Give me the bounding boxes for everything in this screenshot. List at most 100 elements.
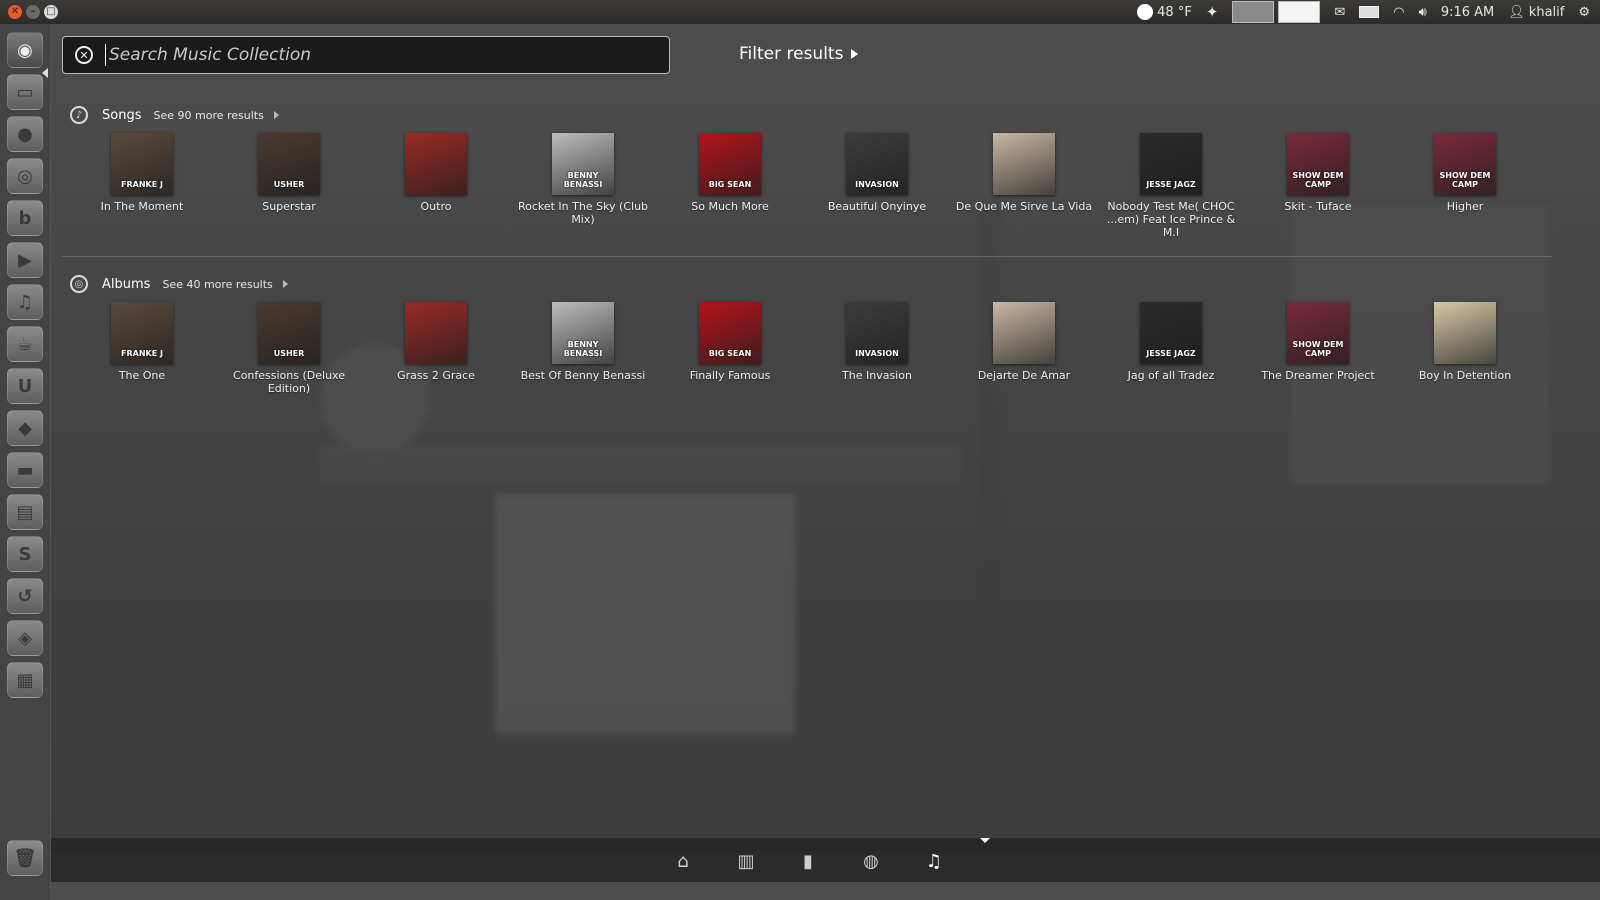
archive-icon[interactable]: ▤ [7,494,43,530]
album-result-tile[interactable]: FRANKE J The One [70,302,214,382]
song-result-tile[interactable]: USHER Superstar [217,133,361,213]
album-cover [405,302,467,364]
album-cover: BENNY BENASSI [552,133,614,195]
mug-icon[interactable]: ☕︎ [7,326,43,362]
user-name: khalif [1528,4,1565,20]
wifi-icon[interactable]: ◠ [1393,5,1404,20]
search-input[interactable] [105,44,669,66]
song-result-tile[interactable]: BENNY BENASSI Rocket In The Sky (Club Mix… [511,133,655,226]
dropbox-icon[interactable]: ✦ [1206,3,1219,21]
cover-art-text: JESSE JAGZ [1146,180,1196,189]
clear-search-icon[interactable]: ✕ [75,46,93,64]
album-result-tile[interactable]: Grass 2 Grace [364,302,508,382]
banshee-icon[interactable]: b [7,200,43,236]
albums-category: ◎ Albums See 40 more results FRANKE J The… [62,272,1552,412]
albums-see-more-link[interactable]: See 40 more results [162,278,272,291]
workspace-thumb-2[interactable] [1278,1,1321,23]
album-result-tile[interactable]: INVASION The Invasion [805,302,949,382]
battery-icon[interactable] [1359,6,1380,18]
applications-lens-icon[interactable]: ▥ [734,850,758,872]
album-result-tile[interactable]: BIG SEAN Finally Famous [658,302,802,382]
song-title: Higher [1446,200,1484,213]
album-cover: JESSE JAGZ [1140,302,1202,364]
trash-icon[interactable]: 🗑︎ [7,840,43,876]
song-title: De Que Me Sirve La Vida [955,200,1093,213]
filter-results-button[interactable]: Filter results [739,44,859,64]
power-gear-icon[interactable]: ⚙ [1578,5,1590,20]
files-lens-icon[interactable]: ▮ [796,850,820,872]
cover-art-text: BENNY BENASSI [563,340,603,358]
cover-art-text: JESSE JAGZ [1146,349,1196,358]
skype-icon[interactable]: S [7,536,43,572]
album-result-tile[interactable]: Dejarte De Amar [952,302,1096,382]
cover-art-text: USHER [273,349,305,358]
active-arrow-icon [42,68,48,78]
album-cover: USHER [258,133,320,195]
mail-icon[interactable]: ✉ [1334,5,1345,20]
songs-results: FRANKE J In The Moment USHER Superstar Outro… [62,133,1552,243]
music-lens-icon[interactable]: ♫ [922,850,946,872]
user-menu[interactable]: 👤︎ khalif [1508,5,1564,20]
album-title: Boy In Detention [1418,369,1512,382]
album-cover: INVASION [846,302,908,364]
category-separator [62,256,1552,257]
album-title: Jag of all Tradez [1127,369,1215,382]
cover-art-text: FRANKE J [121,349,163,358]
album-cover: INVASION [846,133,908,195]
volume-icon[interactable]: 🔊︎ [1419,5,1427,20]
song-title: Rocket In The Sky (Club Mix) [517,200,649,226]
album-title: Dejarte De Amar [977,369,1071,382]
workspaces-icon[interactable]: ▦ [7,662,43,698]
maximize-window-button[interactable]: □ [44,5,58,19]
lens-bar: ⌂ ▥ ▮ ◍ ♫ [50,838,1600,882]
video-player-icon[interactable]: ▶ [7,242,43,278]
minimize-window-button[interactable]: – [26,5,40,19]
album-title: Confessions (Deluxe Edition) [233,369,345,395]
song-result-tile[interactable]: SHOW DEM CAMP Higher [1393,133,1537,213]
song-result-tile[interactable]: JESSE JAGZ Nobody Test Me( CHOC ...em) Fe… [1099,133,1243,239]
song-result-tile[interactable]: Outro [364,133,508,213]
cover-art-text: BIG SEAN [708,349,752,358]
song-result-tile[interactable]: De Que Me Sirve La Vida [952,133,1096,213]
video-lens-icon[interactable]: ◍ [859,850,883,872]
screenshot-icon[interactable]: ◈ [7,620,43,656]
cover-art-text: USHER [273,180,305,189]
song-result-tile[interactable]: INVASION Beautiful Onyinye [805,133,949,213]
songs-category: ♪ Songs See 90 more results FRANKE J In T… [62,103,1552,243]
ubuntu-one-icon[interactable]: U [7,368,43,404]
cover-art-text: BIG SEAN [708,180,752,189]
album-title: Grass 2 Grace [397,369,475,382]
terminal-icon[interactable]: ▬ [7,452,43,488]
close-window-button[interactable]: ✕ [8,5,22,19]
firefox-icon[interactable]: ● [7,116,43,152]
song-title: Skit - Tuface [1284,200,1352,213]
albums-title: Albums [102,276,151,292]
workspace-indicator[interactable] [1232,1,1321,23]
home-lens-icon[interactable]: ⌂ [671,850,695,872]
album-result-tile[interactable]: Boy In Detention [1393,302,1537,382]
song-title: In The Moment [100,200,184,213]
song-result-tile[interactable]: SHOW DEM CAMP Skit - Tuface [1246,133,1390,213]
home-folder-icon[interactable]: ▭ [7,74,43,110]
album-cover: BIG SEAN [699,302,761,364]
headphones-icon[interactable]: ♫ [7,284,43,320]
album-cover [993,133,1055,195]
album-result-tile[interactable]: USHER Confessions (Deluxe Edition) [217,302,361,395]
album-cover: FRANKE J [111,302,173,364]
dash-home-icon[interactable]: ◉ [7,32,43,68]
sun-icon [1137,4,1154,20]
weather-indicator[interactable]: 48 °F [1137,4,1192,20]
active-lens-indicator-icon [980,838,990,843]
clock[interactable]: 9:16 AM [1441,5,1494,20]
songs-see-more-link[interactable]: See 90 more results [153,109,263,122]
backup-icon[interactable]: ↺ [7,578,43,614]
software-center-icon[interactable]: ◆ [7,410,43,446]
album-result-tile[interactable]: SHOW DEM CAMP The Dreamer Project [1246,302,1390,382]
album-result-tile[interactable]: BENNY BENASSI Best Of Benny Benassi [511,302,655,382]
albums-header: ◎ Albums See 40 more results [62,272,1552,296]
song-result-tile[interactable]: BIG SEAN So Much More [658,133,802,213]
song-result-tile[interactable]: FRANKE J In The Moment [70,133,214,213]
workspace-thumb-1[interactable] [1232,1,1275,23]
album-result-tile[interactable]: JESSE JAGZ Jag of all Tradez [1099,302,1243,382]
chrome-icon[interactable]: ◎ [7,158,43,194]
